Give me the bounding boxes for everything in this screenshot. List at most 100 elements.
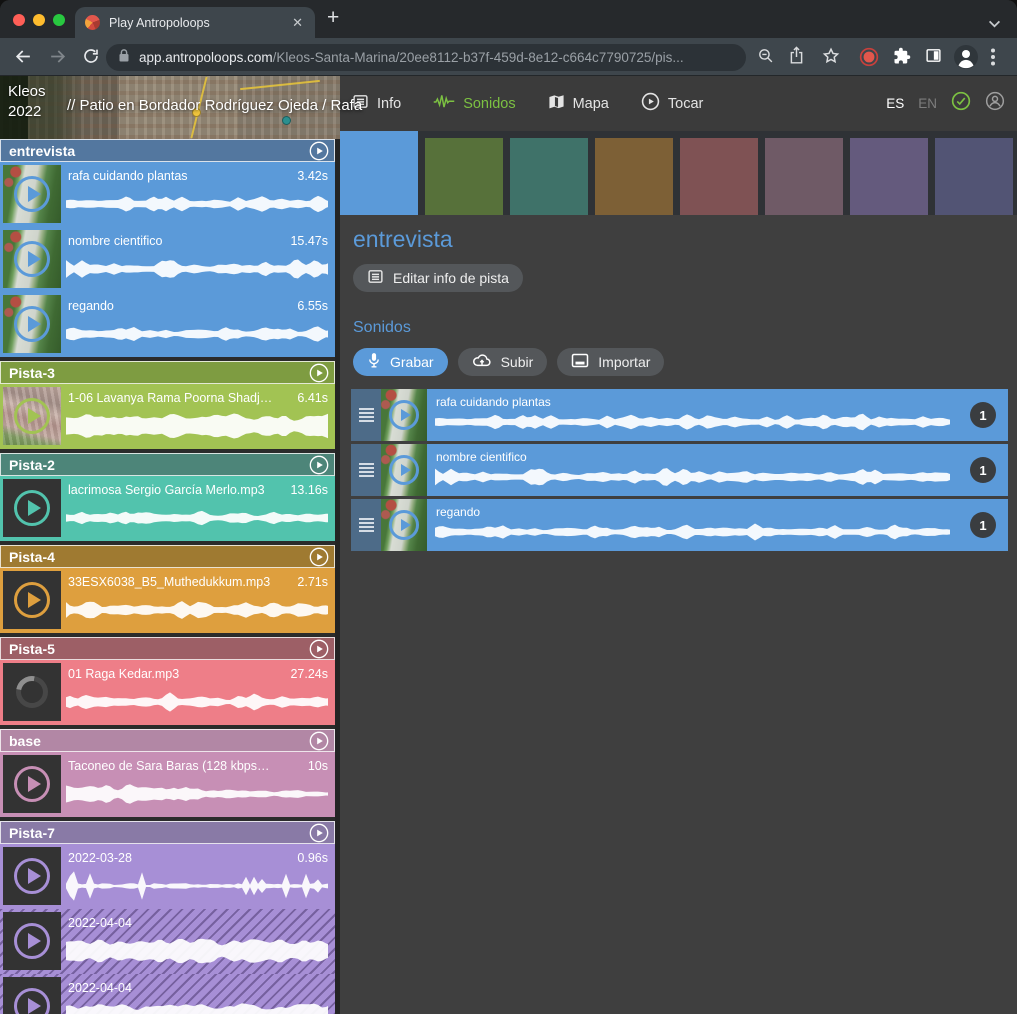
sound-thumbnail[interactable] xyxy=(3,977,61,1014)
sound-list-item[interactable]: Taconeo de Sara Baras (128 kbps).mp310s xyxy=(0,752,335,817)
forward-icon[interactable] xyxy=(48,47,67,71)
sound-thumbnail[interactable] xyxy=(381,389,427,441)
importar-button[interactable]: Importar xyxy=(557,348,664,376)
record-indicator-icon[interactable] xyxy=(859,47,879,72)
edit-track-info-button[interactable]: Editar info de pista xyxy=(353,264,523,292)
app-logo[interactable]: Kleos 2022 xyxy=(8,82,46,123)
bookmark-star-icon[interactable] xyxy=(822,47,840,70)
person-circle-icon[interactable] xyxy=(985,91,1005,116)
tab-close-icon[interactable]: ✕ xyxy=(290,14,305,31)
track-swatch-6[interactable] xyxy=(765,138,843,215)
play-icon[interactable] xyxy=(389,455,419,485)
sound-thumbnail[interactable] xyxy=(3,165,61,223)
lang-en[interactable]: EN xyxy=(918,96,937,111)
sound-thumbnail[interactable] xyxy=(381,444,427,496)
track-section-header[interactable]: entrevista xyxy=(0,139,335,162)
new-tab-button[interactable]: + xyxy=(327,6,339,30)
sound-list-item[interactable]: lacrimosa Sergio García Merlo.mp313.16s xyxy=(0,476,335,541)
profile-avatar[interactable] xyxy=(953,44,979,75)
minimize-window-button[interactable] xyxy=(33,14,45,26)
play-icon[interactable] xyxy=(14,490,50,526)
waveform xyxy=(66,1000,328,1014)
sound-list-item[interactable]: 33ESX6038_B5_Muthedukkum.mp32.71s xyxy=(0,568,335,633)
nav-item-sonidos[interactable]: Sonidos xyxy=(433,94,515,114)
drag-handle[interactable] xyxy=(351,444,381,496)
play-icon[interactable] xyxy=(14,766,50,802)
sound-thumbnail[interactable] xyxy=(381,499,427,551)
sound-thumbnail[interactable] xyxy=(3,755,61,813)
grabar-button[interactable]: Grabar xyxy=(353,348,448,376)
play-icon[interactable] xyxy=(14,306,50,342)
track-swatch-5[interactable] xyxy=(680,138,758,215)
sound-thumbnail[interactable] xyxy=(3,295,61,353)
sidebar-scrollbar[interactable] xyxy=(335,131,340,1014)
drag-handle[interactable] xyxy=(351,389,381,441)
side-panel-icon[interactable] xyxy=(925,47,942,69)
subir-button[interactable]: Subir xyxy=(458,348,548,376)
play-icon[interactable] xyxy=(14,988,50,1014)
play-icon[interactable] xyxy=(14,923,50,959)
play-icon[interactable] xyxy=(14,398,50,434)
close-window-button[interactable] xyxy=(13,14,25,26)
track-section-header[interactable]: Pista-3 xyxy=(0,361,335,384)
loading-spinner-thumbnail[interactable] xyxy=(3,663,61,721)
track-section-header[interactable]: Pista-7 xyxy=(0,821,335,844)
sound-thumbnail[interactable] xyxy=(3,230,61,288)
play-icon[interactable] xyxy=(389,510,419,540)
sound-list-item[interactable]: regando6.55s xyxy=(0,292,335,357)
play-icon[interactable] xyxy=(14,241,50,277)
track-section-header[interactable]: base xyxy=(0,729,335,752)
track-section-header[interactable]: Pista-4 xyxy=(0,545,335,568)
drag-handle[interactable] xyxy=(351,499,381,551)
sound-list-item[interactable]: 01 Raga Kedar.mp327.24s xyxy=(0,660,335,725)
sound-row[interactable]: rafa cuidando plantas1 xyxy=(351,389,1008,441)
track-swatch-4[interactable] xyxy=(595,138,673,215)
sound-list-item[interactable]: nombre cientifico15.47s xyxy=(0,227,335,292)
zoom-window-button[interactable] xyxy=(53,14,65,26)
header-play-icon[interactable] xyxy=(309,141,329,164)
project-map-thumbnail[interactable]: Kleos 2022 // Patio en Bordador Rodrígue… xyxy=(0,76,340,139)
track-swatch-3[interactable] xyxy=(510,138,588,215)
lang-es[interactable]: ES xyxy=(886,96,904,111)
track-swatch-7[interactable] xyxy=(850,138,928,215)
sound-thumbnail[interactable] xyxy=(3,847,61,905)
browser-tab[interactable]: Play Antropoloops ✕ xyxy=(75,7,315,38)
sound-thumbnail[interactable] xyxy=(3,479,61,537)
sound-thumbnail[interactable] xyxy=(3,912,61,970)
sound-list-item[interactable]: 2022-03-280.96s xyxy=(0,844,335,909)
play-icon[interactable] xyxy=(389,400,419,430)
zoom-out-icon[interactable] xyxy=(757,47,774,69)
play-icon[interactable] xyxy=(14,582,50,618)
header-play-icon[interactable] xyxy=(309,639,329,662)
check-circle-icon[interactable] xyxy=(951,91,971,116)
header-play-icon[interactable] xyxy=(309,731,329,754)
header-play-icon[interactable] xyxy=(309,823,329,846)
back-icon[interactable] xyxy=(14,47,33,71)
sound-thumbnail[interactable] xyxy=(3,571,61,629)
track-swatch-8[interactable] xyxy=(935,138,1013,215)
header-play-icon[interactable] xyxy=(309,363,329,386)
nav-item-tocar[interactable]: Tocar xyxy=(641,92,703,115)
play-icon[interactable] xyxy=(14,858,50,894)
sound-row[interactable]: nombre cientifico1 xyxy=(351,444,1008,496)
nav-item-mapa[interactable]: Mapa xyxy=(548,94,609,114)
sound-list-item[interactable]: rafa cuidando plantas3.42s xyxy=(0,162,335,227)
track-section-header[interactable]: Pista-5 xyxy=(0,637,335,660)
tab-search-chevron-icon[interactable] xyxy=(988,15,1001,33)
reload-icon[interactable] xyxy=(82,47,100,70)
sound-list-item[interactable]: 1-06 Lavanya Rama Poorna Shadjam Rupak..… xyxy=(0,384,335,449)
play-icon[interactable] xyxy=(14,176,50,212)
header-play-icon[interactable] xyxy=(309,547,329,570)
track-section-header[interactable]: Pista-2 xyxy=(0,453,335,476)
url-bar[interactable]: app.antropoloops.com/Kleos-Santa-Marina/… xyxy=(106,44,746,71)
header-play-icon[interactable] xyxy=(309,455,329,478)
share-icon[interactable] xyxy=(789,46,804,70)
track-swatch-2[interactable] xyxy=(425,138,503,215)
sound-list-item[interactable]: 2022-04-04 xyxy=(0,909,335,974)
browser-menu-kebab-icon[interactable] xyxy=(991,48,995,71)
sound-row[interactable]: regando1 xyxy=(351,499,1008,551)
track-swatch-1[interactable] xyxy=(340,131,418,215)
sound-thumbnail[interactable] xyxy=(3,387,61,445)
sound-list-item[interactable]: 2022-04-04 xyxy=(0,974,335,1014)
extensions-puzzle-icon[interactable] xyxy=(893,47,911,70)
